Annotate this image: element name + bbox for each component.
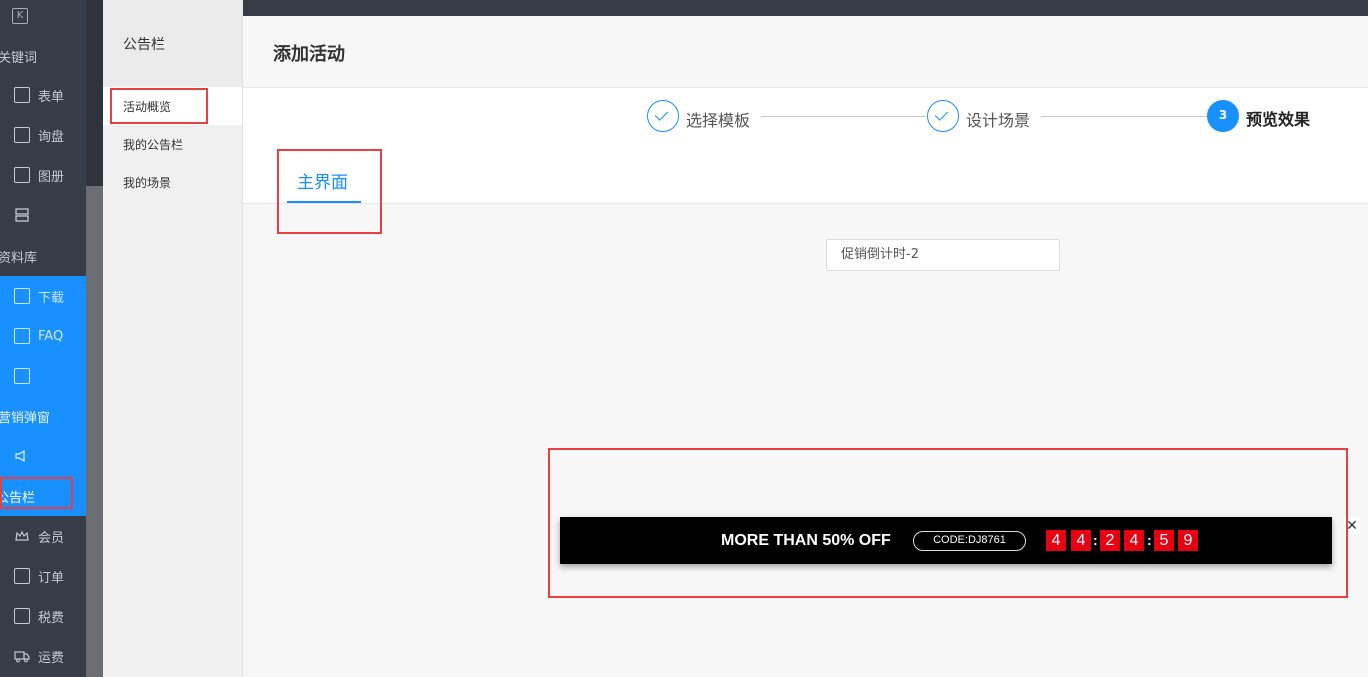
subnav-item-my-bulletins[interactable]: 我的公告栏 (103, 125, 242, 163)
download-icon (14, 288, 30, 304)
countdown-separator: : (1093, 532, 1098, 548)
sidebar-item-label: 会员 (38, 530, 65, 546)
megaphone-icon (14, 448, 30, 464)
sidebar-item-expand[interactable] (0, 356, 86, 396)
server-icon (14, 207, 30, 223)
sidebar-item-label: FAQ (38, 328, 64, 344)
sidebar-item-label: 公告栏 (0, 490, 36, 506)
step-label-preview[interactable]: 预览效果 (1246, 106, 1310, 130)
sidebar-item-label: 税费 (38, 610, 65, 626)
scene-select[interactable]: 促销倒计时-2 (826, 239, 1060, 271)
top-bar (103, 0, 1368, 16)
sidebar-item-label: 运费 (38, 650, 65, 666)
album-icon (14, 167, 30, 183)
close-icon[interactable]: ✕ (1344, 517, 1360, 535)
form-icon (14, 87, 30, 103)
step-connector (1041, 116, 1207, 117)
check-icon (647, 100, 679, 132)
sidebar-item-label: 下载 (38, 290, 65, 306)
countdown-digit: 4 (1124, 530, 1144, 551)
promo-preview-bar: MORE THAN 50% OFF CODE:DJ8761 4 4 : 2 4 … (560, 517, 1332, 564)
sidebar-item-form[interactable]: 表单 (0, 75, 86, 115)
sidebar-item-label: 询盘 (38, 129, 65, 145)
sidebar-item-bulletin[interactable]: 公告栏 (0, 476, 86, 516)
page-title: 添加活动 (273, 44, 345, 65)
subnav: 公告栏 活动概览 我的公告栏 我的场景 (103, 0, 243, 677)
countdown-digit: 4 (1046, 530, 1066, 551)
step-label-design-scene[interactable]: 设计场景 (966, 107, 1030, 131)
truck-icon (14, 648, 30, 664)
expand-icon (14, 368, 30, 384)
sidebar-group-keywords: 关键词 (0, 51, 38, 66)
sidebar-item-tax[interactable]: 税费 (0, 596, 86, 636)
step-number-badge: 3 (1207, 100, 1239, 132)
countdown-digit: 4 (1071, 530, 1091, 551)
sidebar-item-label: 表单 (38, 89, 65, 105)
inquiry-icon (14, 127, 30, 143)
sidebar-item-faq[interactable]: FAQ (0, 316, 86, 356)
sidebar-item-order[interactable]: 订单 (0, 556, 86, 596)
sidebar-lower: 会员 订单 税费 运费 (0, 516, 86, 677)
faq-icon (14, 328, 30, 344)
countdown-digit: 9 (1178, 530, 1198, 551)
sidebar-group-library: 资料库 (0, 251, 38, 266)
sidebar-group-marketing-popup: 营销弹窗 (0, 411, 51, 426)
countdown-separator: : (1147, 532, 1152, 548)
sidebar-item-download[interactable]: 下载 (0, 276, 86, 316)
tab-main-interface[interactable]: 主界面 (297, 168, 348, 193)
subnav-item-my-scenes[interactable]: 我的场景 (103, 163, 242, 201)
sidebar-item-album[interactable]: 图册 (0, 155, 86, 195)
sidebar-item-label: 图册 (38, 169, 65, 185)
countdown-digit: 5 (1154, 530, 1174, 551)
sidebar-item-server[interactable] (0, 195, 86, 235)
sidebar-item-inquiry[interactable]: 询盘 (0, 115, 86, 155)
check-icon (927, 100, 959, 132)
sidebar-item-shipping[interactable]: 运费 (0, 636, 86, 676)
countdown-digit: 2 (1100, 530, 1120, 551)
sidebar-scrollbar-thumb[interactable] (86, 0, 103, 186)
step-label-select-template[interactable]: 选择模板 (686, 107, 750, 131)
subnav-title: 公告栏 (103, 0, 242, 87)
sidebar-active-section: 下载 FAQ 营销弹窗 公告栏 (0, 276, 86, 516)
logo-icon[interactable]: K (12, 8, 28, 24)
steps-panel (243, 88, 1368, 204)
sidebar-item-member[interactable]: 会员 (0, 516, 86, 556)
page-header: 添加活动 (243, 16, 1368, 88)
step-connector (761, 116, 926, 117)
sidebar-item-megaphone[interactable] (0, 436, 86, 476)
sidebar-scrollbar[interactable] (86, 0, 103, 677)
crown-icon (14, 528, 30, 544)
order-icon (14, 568, 30, 584)
subnav-item-activity-overview[interactable]: 活动概览 (103, 87, 242, 125)
promo-code-badge: CODE:DJ8761 (913, 531, 1026, 551)
promo-headline: MORE THAN 50% OFF (721, 532, 891, 549)
tab-active-indicator (287, 201, 361, 203)
tax-icon (14, 608, 30, 624)
sidebar-item-label: 订单 (38, 570, 65, 586)
